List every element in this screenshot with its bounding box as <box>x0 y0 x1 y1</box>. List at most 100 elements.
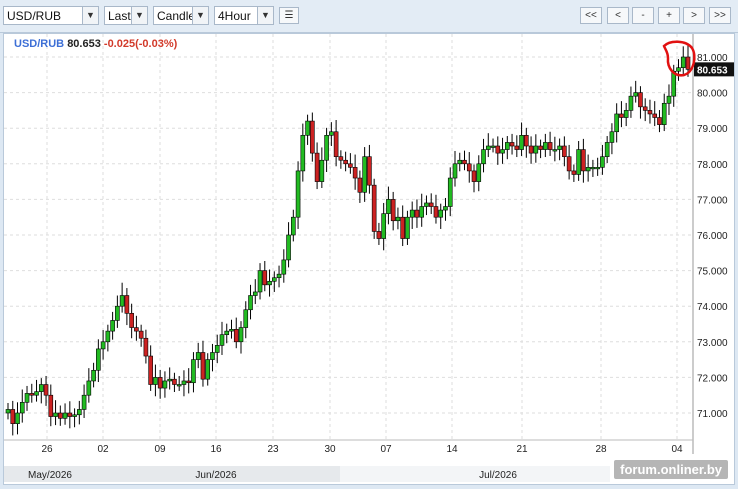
candle-body <box>300 135 306 172</box>
candle-body <box>96 348 101 371</box>
candle-body <box>447 177 453 207</box>
candle-body <box>367 156 372 186</box>
x-tick-label: 09 <box>154 444 166 455</box>
y-tick-label: 73.000 <box>697 338 728 349</box>
candle-body <box>485 145 491 150</box>
candle-body <box>162 380 168 389</box>
candle-body <box>267 280 272 286</box>
candle-body <box>376 231 382 239</box>
candle-body <box>443 206 448 211</box>
candle-body <box>552 149 558 152</box>
candle-body <box>333 131 339 157</box>
y-tick-label: 71.000 <box>697 409 728 420</box>
candle-body <box>666 95 672 104</box>
candle-body <box>386 199 391 214</box>
candle-body <box>619 113 624 118</box>
month-label: Jul/2026 <box>479 470 517 481</box>
candle-body <box>519 135 524 150</box>
candle-body <box>500 149 505 154</box>
candle-body <box>528 145 534 154</box>
candle-body <box>157 377 163 389</box>
candle-body <box>10 409 16 424</box>
x-tick-label: 21 <box>516 444 528 455</box>
y-tick-label: 76.000 <box>697 231 728 242</box>
candle-body <box>62 412 68 419</box>
x-tick-label: 07 <box>380 444 392 455</box>
candle-body <box>86 380 92 396</box>
candle-body <box>324 135 329 161</box>
candle-body <box>462 159 467 165</box>
candle-body <box>348 163 353 168</box>
candle-body <box>138 330 144 339</box>
candle-body <box>338 156 344 161</box>
candle-body <box>590 167 596 170</box>
candle-body <box>100 341 106 350</box>
candle-body <box>628 95 634 111</box>
candle-body <box>276 273 282 279</box>
x-tick-label: 28 <box>595 444 607 455</box>
candle-body <box>424 202 429 207</box>
candle-body <box>24 393 30 403</box>
candle-body <box>58 412 63 419</box>
x-tick-label: 04 <box>671 444 683 455</box>
candle-body <box>214 345 220 353</box>
candle-body <box>652 113 658 118</box>
candle-body <box>400 216 405 239</box>
candle-body <box>238 327 244 343</box>
candle-body <box>67 412 73 417</box>
candle-body <box>466 163 472 172</box>
candle-body <box>34 391 39 396</box>
candle-body <box>505 142 510 150</box>
candle-body <box>176 384 182 387</box>
candle-body <box>53 412 58 417</box>
price-chart: 71.000 72.000 73.000 74.000 75.000 76.000 77.0… <box>4 34 734 482</box>
candle-body <box>642 106 648 111</box>
candle-body <box>524 135 529 147</box>
candle-body <box>124 295 130 314</box>
candle-body <box>647 110 653 115</box>
candle-body <box>195 352 201 360</box>
candle-body <box>381 213 386 239</box>
month-band <box>340 466 610 482</box>
watermark: forum.onliner.by <box>614 460 728 479</box>
candle-body <box>286 234 291 261</box>
candle-body <box>110 320 115 332</box>
candle-body <box>77 409 82 416</box>
candle-body <box>566 156 572 172</box>
candle-body <box>362 156 367 193</box>
candle-body <box>495 145 501 154</box>
x-tick-label: 16 <box>210 444 222 455</box>
candle-body <box>581 149 586 172</box>
candle-body <box>409 209 415 218</box>
candle-body <box>452 163 458 179</box>
candle-body <box>115 305 120 321</box>
candle-body <box>661 102 667 125</box>
candle-body <box>680 56 686 68</box>
candle-body <box>685 56 691 70</box>
candle-body <box>604 142 610 157</box>
candle-body <box>281 259 287 275</box>
candle-body <box>638 92 643 108</box>
candle-body <box>291 216 296 236</box>
candle-body <box>623 110 629 118</box>
candle-body <box>562 145 567 157</box>
candle-body <box>271 277 277 282</box>
candle-body <box>243 309 249 328</box>
candle-body <box>490 145 496 148</box>
candle-body <box>509 142 515 147</box>
candle-body <box>310 120 315 154</box>
candle-body <box>181 380 187 385</box>
y-tick-label: 80.000 <box>697 89 728 100</box>
candle-body <box>481 149 486 165</box>
candle-body <box>357 177 363 193</box>
candle-body <box>48 394 54 417</box>
candle-body <box>295 170 301 218</box>
candle-body <box>314 152 320 182</box>
candle-body <box>210 352 215 360</box>
candle-body <box>585 167 591 172</box>
candle-body <box>571 170 577 175</box>
candle-body <box>547 142 553 150</box>
y-tick-label: 81.000 <box>697 53 728 64</box>
candle-body <box>538 145 543 150</box>
candle-body <box>252 291 258 296</box>
